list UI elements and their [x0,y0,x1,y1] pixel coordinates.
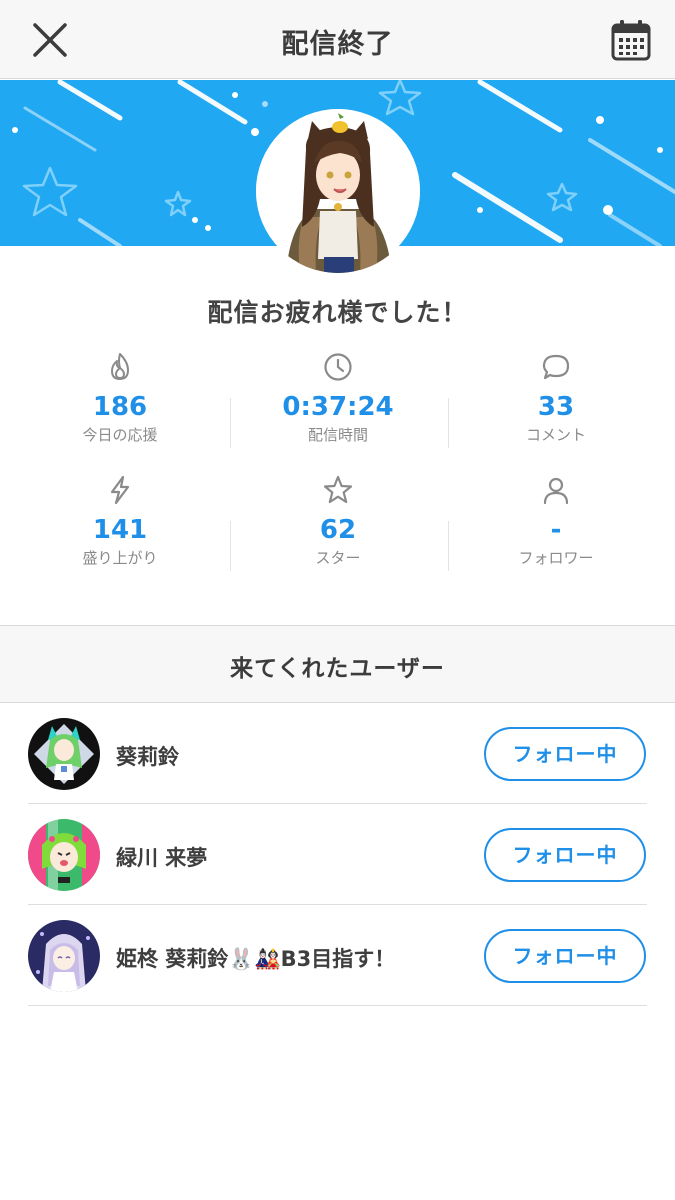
user-avatar[interactable] [28,718,100,790]
star-icon [323,475,353,504]
page-title: 配信終了 [281,29,394,60]
stat-support-value: 186 [92,392,148,422]
user-name: 葵莉鈴 [116,745,179,769]
lightning-icon [110,475,130,505]
stat-duration-label: 配信時間 [307,426,368,444]
stat-comments-value: 33 [537,392,575,422]
stream-finished-message: 配信お疲れ様でした！ [207,298,468,327]
visitors-section-title: 来てくれたユーザー [230,656,445,682]
streamer-avatar [256,109,420,273]
stat-support: 186 今日の応援 [11,351,229,445]
calendar-icon [611,20,651,61]
clock-icon [324,353,352,381]
user-row[interactable]: 緑川 来夢 フォロー中 [28,804,647,905]
user-name: 緑川 来夢 [116,846,208,870]
stat-stars-label: スター [315,549,361,567]
user-avatar[interactable] [28,819,100,891]
stat-followers-value: - [550,515,562,545]
following-button[interactable]: フォロー中 [484,727,646,781]
stat-followers-label: フォロワー [518,549,594,567]
stat-excitement-label: 盛り上がり [82,549,158,567]
stat-comments: 33 コメント [447,351,665,445]
following-button[interactable]: フォロー中 [484,828,646,882]
user-row[interactable]: 葵莉鈴 フォロー中 [28,703,647,804]
stat-support-label: 今日の応援 [82,426,158,444]
person-icon [543,477,569,505]
stat-followers: - フォロワー [447,474,665,568]
stat-excitement: 141 盛り上がり [11,474,229,568]
flame-icon [111,353,129,380]
calendar-button[interactable] [610,18,652,62]
stat-excitement-value: 141 [92,515,148,545]
stat-duration-value: 0:37:24 [282,392,394,422]
following-button[interactable]: フォロー中 [484,929,646,983]
stat-duration: 0:37:24 配信時間 [229,351,447,445]
user-avatar[interactable] [28,920,100,992]
speech-bubble-icon [542,354,570,380]
user-row[interactable]: 姫柊 葵莉鈴🐰🎎B3目指す！ フォロー中 [28,905,647,1006]
stat-stars: 62 スター [229,474,447,568]
stat-comments-label: コメント [525,426,586,444]
stat-stars-value: 62 [319,515,357,545]
visitors-section-header: 来てくれたユーザー [0,625,675,703]
user-name: 姫柊 葵莉鈴🐰🎎B3目指す！ [116,947,396,971]
header-bar: 配信終了 [0,0,675,79]
